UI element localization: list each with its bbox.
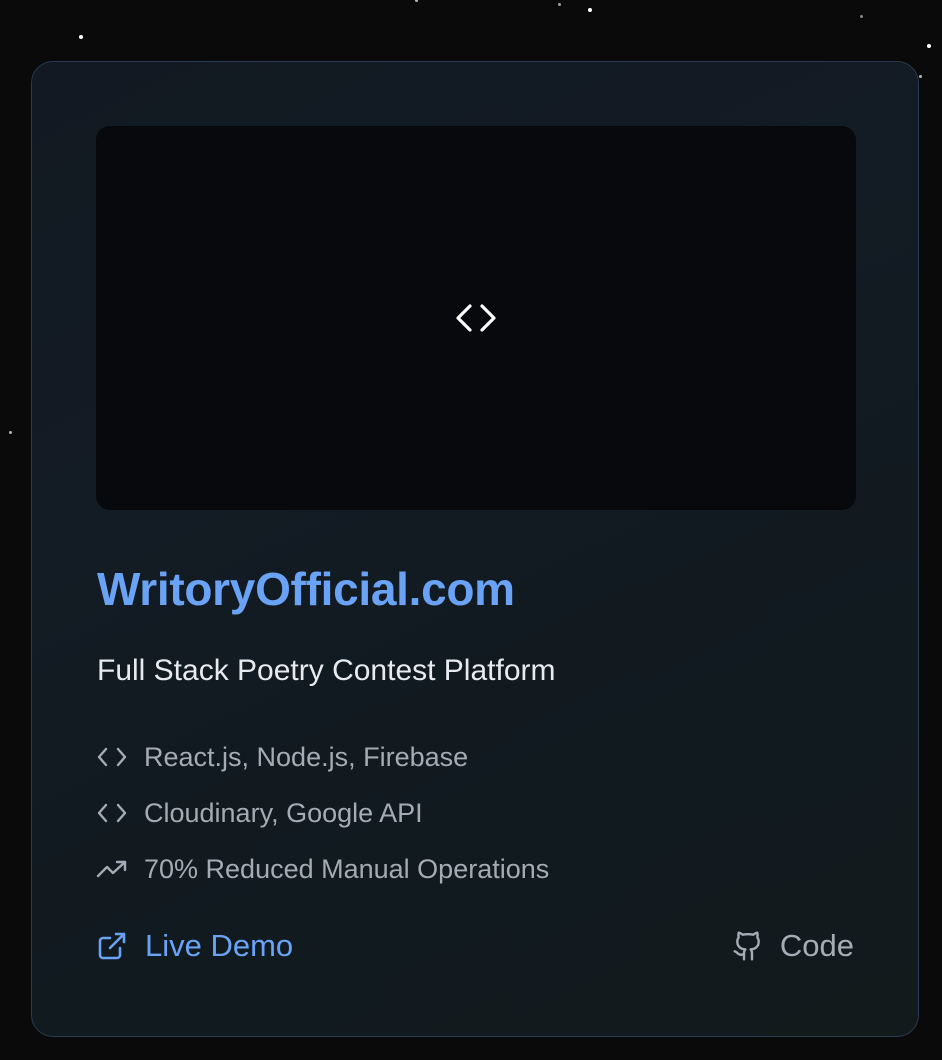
star bbox=[9, 431, 12, 434]
code-icon bbox=[96, 741, 128, 773]
feature-item: React.js, Node.js, Firebase bbox=[96, 729, 549, 785]
feature-label: React.js, Node.js, Firebase bbox=[144, 741, 469, 772]
feature-label: 70% Reduced Manual Operations bbox=[144, 853, 550, 884]
code-link[interactable]: Code bbox=[732, 928, 854, 964]
star bbox=[860, 15, 863, 18]
code-brackets-icon bbox=[452, 301, 500, 335]
code-icon bbox=[96, 797, 128, 829]
external-link-icon bbox=[96, 930, 128, 962]
star bbox=[919, 75, 922, 78]
star bbox=[79, 35, 83, 39]
star bbox=[588, 8, 592, 12]
live-demo-label: Live Demo bbox=[145, 928, 294, 963]
project-subtitle: Full Stack Poetry Contest Platform bbox=[97, 654, 556, 687]
star bbox=[927, 44, 931, 48]
trending-up-icon bbox=[96, 853, 128, 885]
project-card: WritoryOfficial.com Full Stack Poetry Co… bbox=[31, 61, 919, 1037]
project-preview bbox=[96, 126, 856, 510]
page-background: WritoryOfficial.com Full Stack Poetry Co… bbox=[0, 0, 942, 1060]
feature-item: 70% Reduced Manual Operations bbox=[96, 841, 549, 897]
live-demo-link[interactable]: Live Demo bbox=[96, 928, 293, 964]
feature-label: Cloudinary, Google API bbox=[144, 797, 423, 828]
github-icon bbox=[732, 930, 764, 962]
code-label: Code bbox=[779, 928, 854, 963]
project-title: WritoryOfficial.com bbox=[97, 563, 515, 615]
star bbox=[415, 0, 418, 2]
feature-item: Cloudinary, Google API bbox=[96, 785, 549, 841]
star bbox=[558, 3, 561, 6]
feature-list: React.js, Node.js, Firebase Cloudinary, … bbox=[96, 729, 549, 897]
